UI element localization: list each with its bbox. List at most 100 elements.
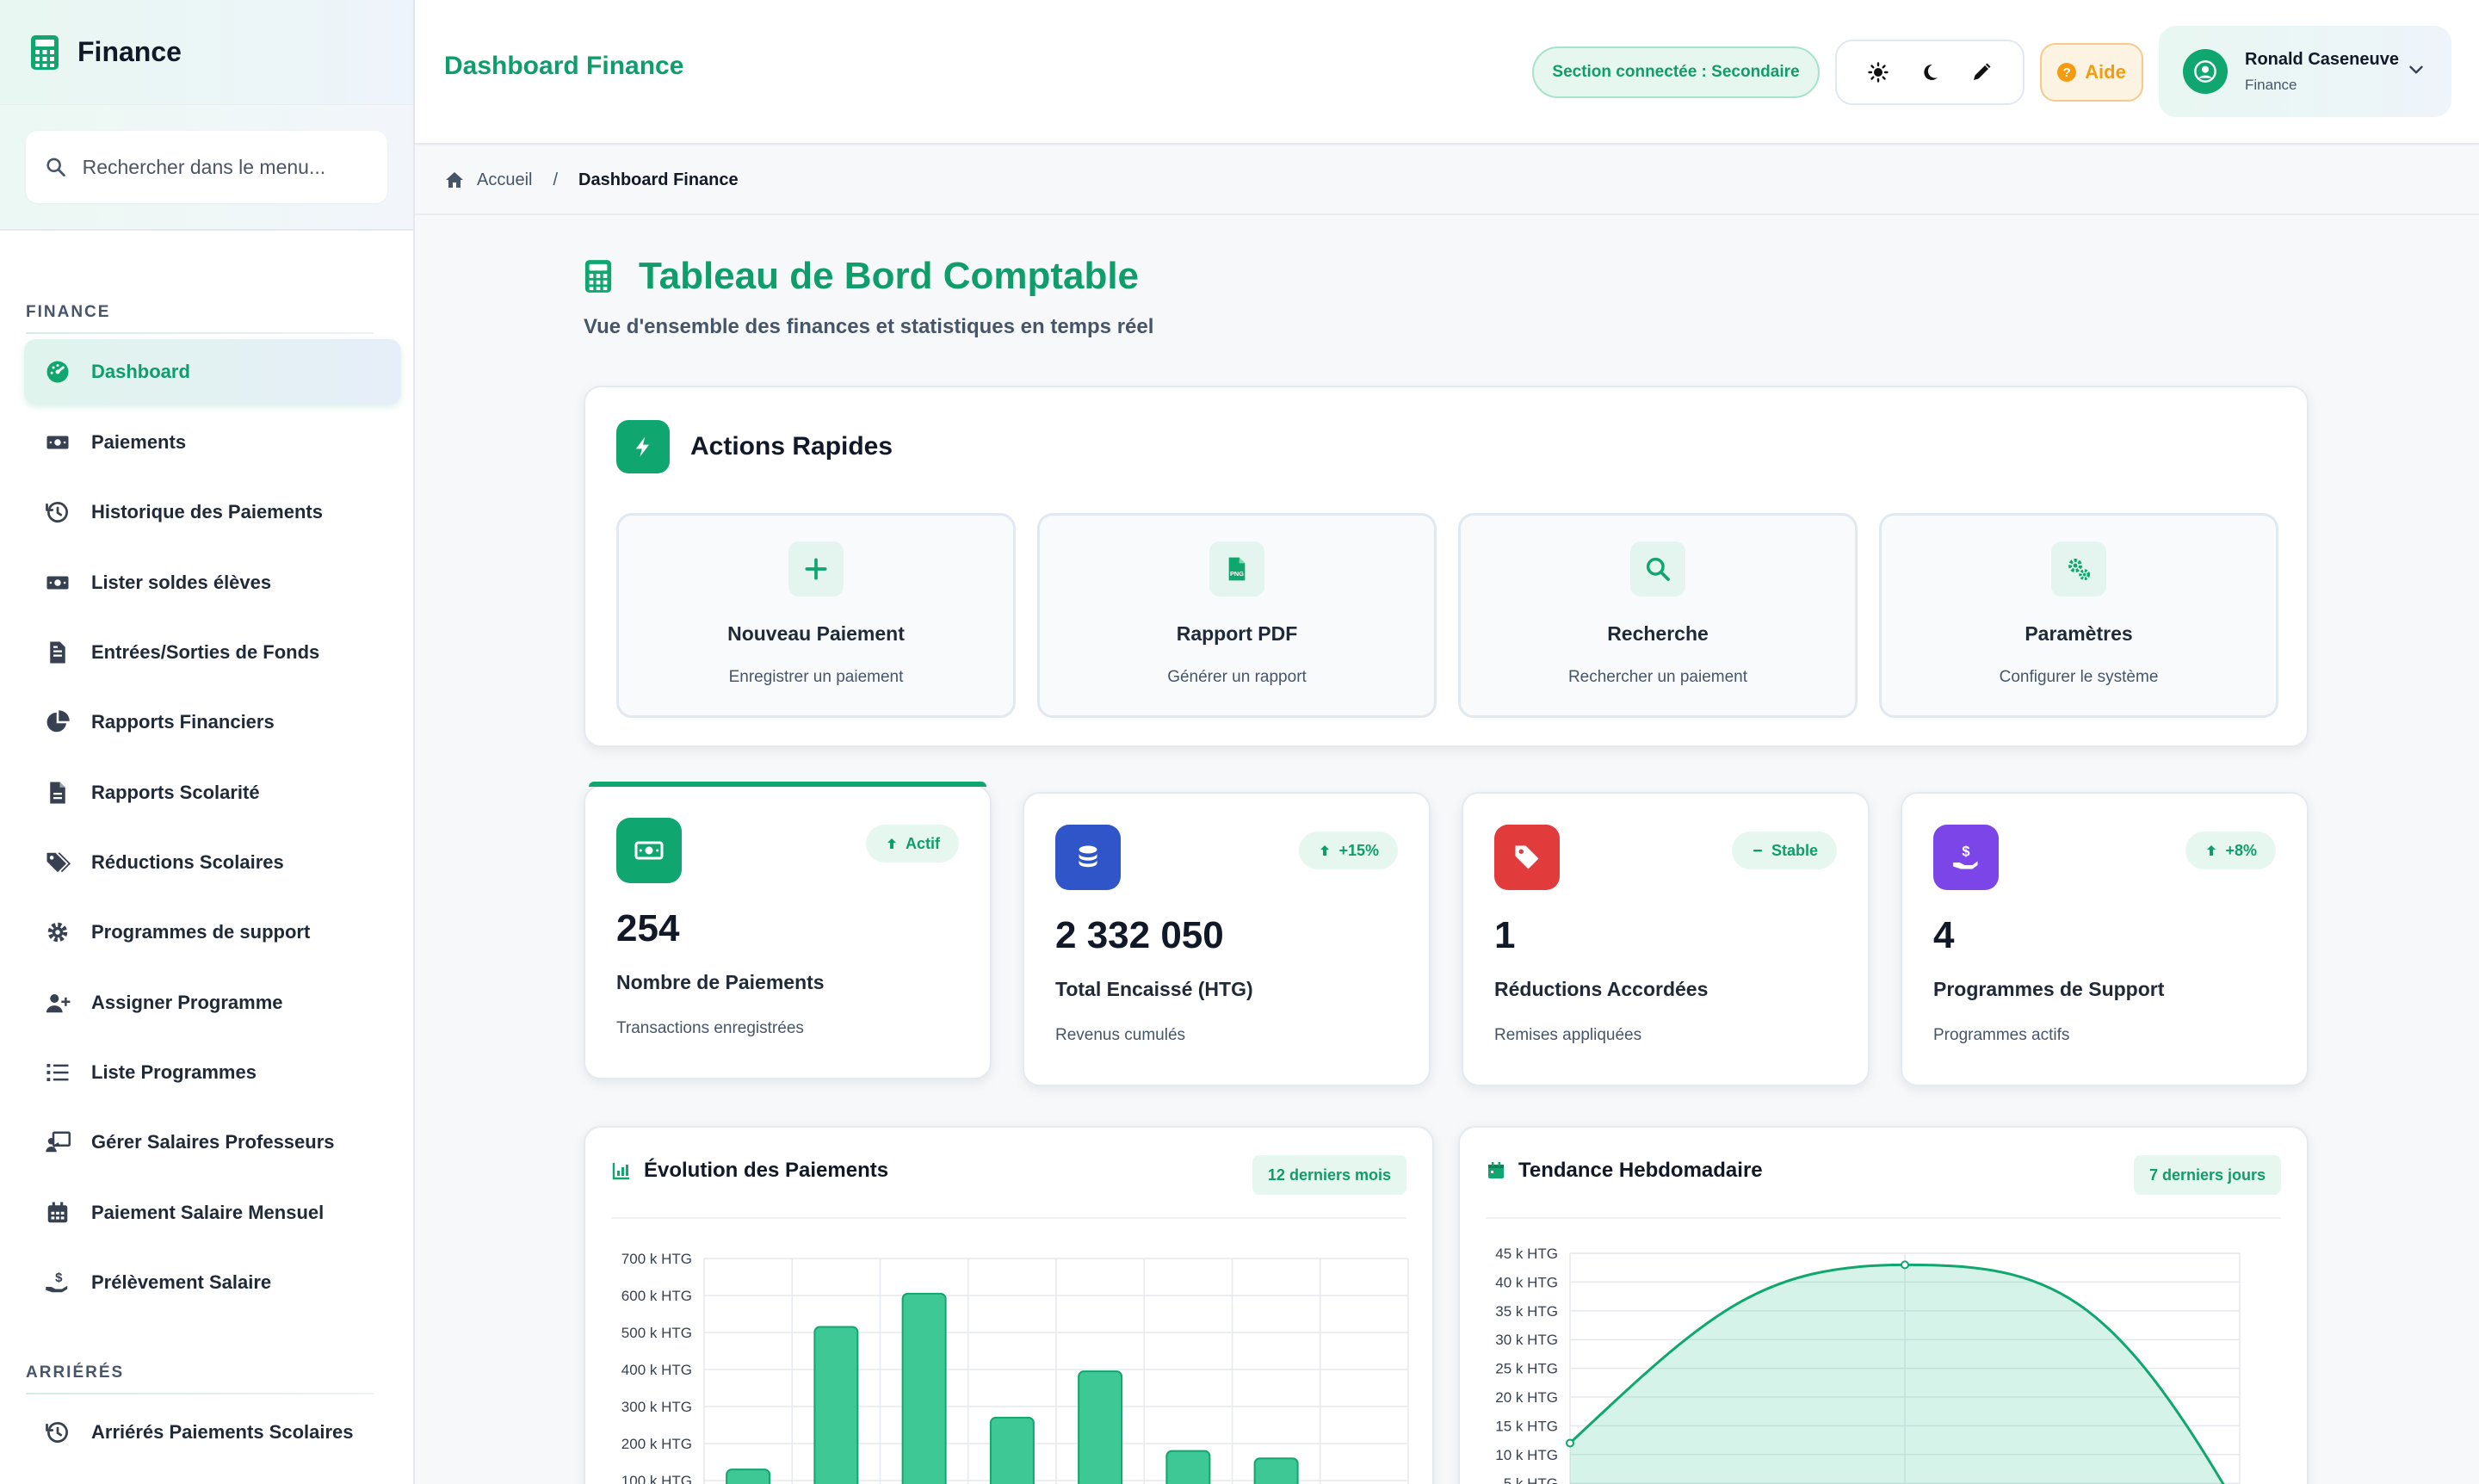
stat-desc: Remises appliquées [1494,1026,1642,1044]
tags-icon [43,848,72,877]
theme-toolbar [1835,40,2025,105]
stat-badge: +8% [2185,832,2276,869]
sidebar-item-dashboard[interactable]: Dashboard [24,339,401,405]
sidebar-item-rapports-scolarite[interactable]: Rapports Scolarité [24,760,401,825]
stat-card-total[interactable]: +15% 2 332 050 Total Encaissé (HTG) Reve… [1023,792,1431,1086]
breadcrumb-home-link[interactable]: Accueil [477,170,532,190]
stat-badge: Stable [1731,832,1837,869]
y-tick-label: 20 k HTG [1495,1389,1558,1406]
y-tick-label: 35 k HTG [1495,1303,1558,1320]
page-subtitle: Vue d'ensemble des finances et statistiq… [584,315,1154,338]
bar [1253,1457,1299,1484]
sidebar-item-prelevement-salaire[interactable]: $ Prélèvement Salaire [24,1250,401,1315]
section-badge[interactable]: Section connectée : Secondaire [1532,46,1820,98]
sidebar-item-label: Assigner Programme [91,992,283,1013]
avatar [2183,49,2228,94]
quick-action-desc: Rechercher un paiement [1567,668,1748,686]
svg-text:PNG: PNG [1230,570,1244,578]
sidebar-item-liste-programmes[interactable]: Liste Programmes [24,1040,401,1105]
sidebar-item-entrees-sorties-de-fonds[interactable]: Entrées/Sorties de Fonds [24,620,401,685]
quick-action-pdf-report[interactable]: PNG Rapport PDF Générer un rapport [1037,513,1437,718]
sidebar-item-label: Paiement Salaire Mensuel [91,1202,325,1223]
top-header: Dashboard Finance Section connectée : Se… [415,0,2479,145]
area-chart: 45 k HTG 40 k HTG 35 k HTG 30 k HTG 25 k HTG… [1495,1246,2241,1484]
home-icon [446,172,463,188]
sidebar-item-label: Programmes de support [91,921,311,943]
file-png-icon: PNG [1209,541,1264,597]
quick-action-search[interactable]: Recherche Rechercher un paiement [1458,513,1858,718]
calculator-icon [31,34,59,70]
light-theme-button[interactable] [1859,53,1897,91]
stat-card-reductions[interactable]: Stable 1 Réductions Accordées Remises ap… [1462,792,1870,1086]
sidebar-item-label: Entrées/Sorties de Fonds [91,641,320,663]
custom-theme-button[interactable] [1963,53,2000,91]
help-button[interactable]: ? Aide [2040,43,2143,102]
calculator-icon [584,260,612,293]
bar [1078,1370,1123,1484]
quick-action-settings[interactable]: Paramètres Configurer le système [1879,513,2278,718]
stat-badge: +15% [1299,832,1398,869]
sidebar-item-paiements[interactable]: Paiements [24,410,401,475]
stat-value: 2 332 050 [1055,914,1224,956]
user-menu[interactable]: Ronald Caseneuve Finance [2159,26,2451,117]
stat-desc: Revenus cumulés [1055,1026,1186,1044]
sidebar-item-lister-soldes-eleves[interactable]: Lister soldes élèves [24,550,401,615]
payments-evolution-chart-card: Évolution des Paiements 12 derniers mois… [584,1126,1434,1484]
stat-label: Total Encaissé (HTG) [1055,978,1253,1000]
quick-action-title: Nouveau Paiement [727,622,905,645]
y-tick-label: 25 k HTG [1495,1361,1558,1377]
section-divider [26,1393,374,1394]
y-tick-label: 300 k HTG [621,1399,692,1415]
quick-action-new-payment[interactable]: Nouveau Paiement Enregistrer un paiement [616,513,1016,718]
sidebar-item-assigner-programme[interactable]: Assigner Programme [24,970,401,1036]
y-tick-label: 40 k HTG [1495,1274,1558,1290]
stat-badge: Actif [866,825,959,863]
quick-action-title: Recherche [1607,622,1709,645]
stat-card-payments[interactable]: Actif 254 Nombre de Paiements Transactio… [584,782,992,1079]
user-name: Ronald Caseneuve [2245,49,2399,69]
history-icon [43,498,72,527]
sun-icon [1868,62,1889,83]
pie-chart-icon [43,708,72,737]
chevron-down-icon [2409,65,2423,74]
dark-theme-button[interactable] [1911,53,1949,91]
page-title-text: Tableau de Bord Comptable [639,255,1140,297]
section-divider [26,332,374,334]
sidebar-brand-title: Finance [77,36,182,67]
sidebar-item-arrieres-paiements-scolaires[interactable]: Arriérés Paiements Scolaires [24,1400,401,1465]
stat-label: Réductions Accordées [1494,978,1709,1000]
stat-card-programs[interactable]: $ +8% 4 Programmes de Support Programmes… [1901,792,2309,1086]
bar-chart: 100 k HTG 200 k HTG 300 k HTG 400 k HTG 500 … [621,1251,1409,1484]
y-tick-label: 200 k HTG [621,1436,692,1452]
sidebar: Finance FINANCE Dashboard Paiements Histor… [0,0,415,1484]
sidebar-item-label: Historique des Paiements [91,501,323,522]
sidebar-item-reductions-scolaires[interactable]: Réductions Scolaires [24,830,401,895]
bar [726,1469,771,1484]
quick-actions-title: Actions Rapides [690,432,893,461]
calendar-icon [43,1198,72,1227]
data-point [1901,1260,1909,1270]
sidebar-item-gerer-salaires-professeurs[interactable]: Gérer Salaires Professeurs [24,1110,401,1175]
sidebar-item-rapports-financiers[interactable]: Rapports Financiers [24,689,401,755]
y-tick-label: 100 k HTG [621,1473,692,1484]
area-fill [1570,1264,2223,1484]
sidebar-item-label: Dashboard [91,361,190,382]
sidebar-item-programmes-de-support[interactable]: Programmes de support [24,900,401,965]
user-role: Finance [2245,76,2297,93]
sidebar-search-input[interactable] [82,155,387,179]
bar [813,1326,859,1484]
sidebar-item-label: Prélèvement Salaire [91,1271,272,1293]
plus-icon [788,541,844,597]
y-tick-label: 400 k HTG [621,1362,692,1378]
coins-icon [1055,825,1121,890]
quick-actions-card: Actions Rapides Nouveau Paiement Enregis… [584,386,2309,747]
section-label-arrieres: ARRIÉRÉS [26,1363,125,1382]
hand-dollar-icon: $ [43,1268,72,1297]
y-tick-label: 45 k HTG [1495,1246,1558,1262]
bar [1165,1450,1211,1484]
money-bill-icon [43,428,72,457]
sidebar-item-historique-des-paiements[interactable]: Historique des Paiements [24,479,401,545]
gear-icon [43,918,72,947]
sidebar-item-paiement-salaire-mensuel[interactable]: Paiement Salaire Mensuel [24,1180,401,1246]
y-tick-label: 10 k HTG [1495,1447,1558,1463]
